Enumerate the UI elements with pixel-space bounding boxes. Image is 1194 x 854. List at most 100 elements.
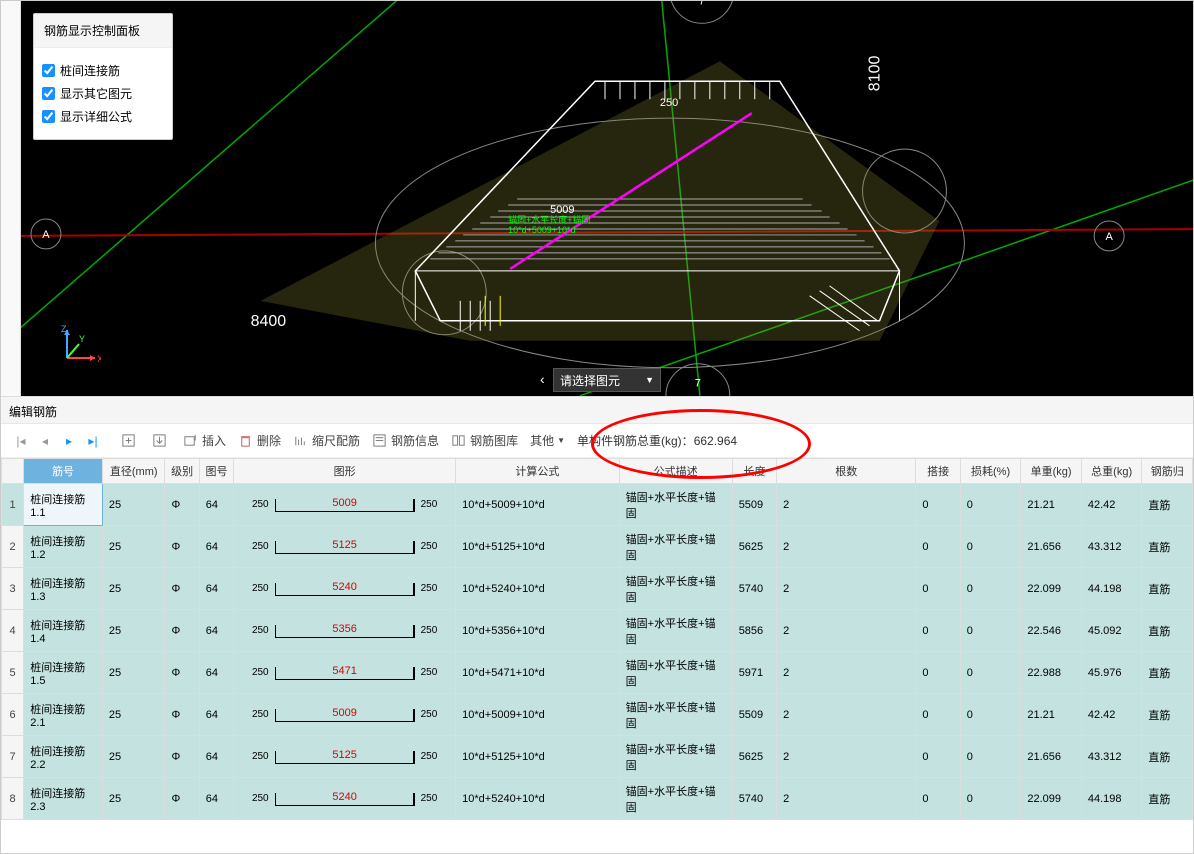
delete-button[interactable]: 删除 bbox=[238, 432, 281, 449]
cell-lap[interactable]: 0 bbox=[916, 484, 960, 526]
scale-button[interactable]: 缩尺配筋 bbox=[293, 432, 360, 449]
cell-tw[interactable]: 45.976 bbox=[1081, 652, 1142, 694]
cell-tw[interactable]: 45.092 bbox=[1081, 610, 1142, 652]
cell-shape[interactable]: 2505356250 bbox=[234, 610, 456, 652]
cell-len[interactable]: 5509 bbox=[732, 484, 776, 526]
cell-loss[interactable]: 0 bbox=[960, 652, 1021, 694]
cell-formula[interactable]: 10*d+5240+10*d bbox=[456, 778, 620, 820]
cell-type[interactable]: 直筋 bbox=[1142, 568, 1193, 610]
col-formula[interactable]: 计算公式 bbox=[456, 459, 620, 484]
cell-lap[interactable]: 0 bbox=[916, 778, 960, 820]
cell-count[interactable]: 2 bbox=[777, 778, 916, 820]
col-name[interactable]: 筋号 bbox=[24, 459, 103, 484]
cell-lap[interactable]: 0 bbox=[916, 568, 960, 610]
cell-count[interactable]: 2 bbox=[777, 526, 916, 568]
col-shape[interactable]: 图形 bbox=[234, 459, 456, 484]
col-loss[interactable]: 损耗(%) bbox=[960, 459, 1021, 484]
cell-type[interactable]: 直筋 bbox=[1142, 778, 1193, 820]
cell-formula[interactable]: 10*d+5471+10*d bbox=[456, 652, 620, 694]
cb-show-other[interactable]: 显示其它图元 bbox=[42, 85, 164, 102]
nav-last-icon[interactable]: ▸| bbox=[81, 434, 105, 448]
cell-uw[interactable]: 22.099 bbox=[1021, 568, 1082, 610]
cell-level[interactable]: Φ bbox=[165, 652, 199, 694]
cell-tw[interactable]: 44.198 bbox=[1081, 568, 1142, 610]
cell-len[interactable]: 5509 bbox=[732, 694, 776, 736]
cell-name[interactable]: 桩间连接筋1.3 bbox=[24, 568, 103, 610]
3d-viewport[interactable]: 7 7 A A bbox=[21, 1, 1193, 396]
cell-level[interactable]: Φ bbox=[165, 736, 199, 778]
cell-shape[interactable]: 2505471250 bbox=[234, 652, 456, 694]
cell-loss[interactable]: 0 bbox=[960, 778, 1021, 820]
cell-figno[interactable]: 64 bbox=[199, 610, 233, 652]
cell-uw[interactable]: 22.988 bbox=[1021, 652, 1082, 694]
cell-dia[interactable]: 25 bbox=[102, 736, 165, 778]
cell-count[interactable]: 2 bbox=[777, 694, 916, 736]
cell-uw[interactable]: 21.21 bbox=[1021, 484, 1082, 526]
cell-len[interactable]: 5625 bbox=[732, 736, 776, 778]
table-row[interactable]: 6桩间连接筋2.125Φ64250500925010*d+5009+10*d锚固… bbox=[2, 694, 1193, 736]
table-row[interactable]: 7桩间连接筋2.225Φ64250512525010*d+5125+10*d锚固… bbox=[2, 736, 1193, 778]
cell-count[interactable]: 2 bbox=[777, 736, 916, 778]
nav-next-icon[interactable]: ▸ bbox=[57, 434, 81, 448]
cell-name[interactable]: 桩间连接筋1.5 bbox=[24, 652, 103, 694]
cell-lap[interactable]: 0 bbox=[916, 610, 960, 652]
cell-loss[interactable]: 0 bbox=[960, 484, 1021, 526]
download-button[interactable] bbox=[152, 433, 171, 448]
cell-type[interactable]: 直筋 bbox=[1142, 694, 1193, 736]
cell-type[interactable]: 直筋 bbox=[1142, 736, 1193, 778]
cell-level[interactable]: Φ bbox=[165, 526, 199, 568]
checkbox-icon[interactable] bbox=[42, 64, 55, 77]
cell-figno[interactable]: 64 bbox=[199, 736, 233, 778]
cell-lap[interactable]: 0 bbox=[916, 652, 960, 694]
cell-name[interactable]: 桩间连接筋1.4 bbox=[24, 610, 103, 652]
cell-type[interactable]: 直筋 bbox=[1142, 610, 1193, 652]
cell-loss[interactable]: 0 bbox=[960, 736, 1021, 778]
cell-name[interactable]: 桩间连接筋2.3 bbox=[24, 778, 103, 820]
cell-dia[interactable]: 25 bbox=[102, 526, 165, 568]
cell-fdesc[interactable]: 锚固+水平长度+锚固 bbox=[619, 610, 732, 652]
col-tw[interactable]: 总重(kg) bbox=[1081, 459, 1142, 484]
other-dropdown[interactable]: 其他▼ bbox=[530, 432, 565, 449]
cell-dia[interactable]: 25 bbox=[102, 694, 165, 736]
cell-name[interactable]: 桩间连接筋2.2 bbox=[24, 736, 103, 778]
cell-figno[interactable]: 64 bbox=[199, 652, 233, 694]
cell-tw[interactable]: 42.42 bbox=[1081, 694, 1142, 736]
cell-loss[interactable]: 0 bbox=[960, 526, 1021, 568]
cell-shape[interactable]: 2505240250 bbox=[234, 568, 456, 610]
cell-len[interactable]: 5625 bbox=[732, 526, 776, 568]
cell-level[interactable]: Φ bbox=[165, 568, 199, 610]
col-figno[interactable]: 图号 bbox=[199, 459, 233, 484]
cell-count[interactable]: 2 bbox=[777, 652, 916, 694]
insert-button[interactable]: 插入 bbox=[183, 432, 226, 449]
cell-shape[interactable]: 2505009250 bbox=[234, 694, 456, 736]
cell-dia[interactable]: 25 bbox=[102, 568, 165, 610]
cell-fdesc[interactable]: 锚固+水平长度+锚固 bbox=[619, 526, 732, 568]
col-type[interactable]: 钢筋归 bbox=[1142, 459, 1193, 484]
col-lap[interactable]: 搭接 bbox=[916, 459, 960, 484]
cell-len[interactable]: 5971 bbox=[732, 652, 776, 694]
rebar-table-wrap[interactable]: 筋号 直径(mm) 级别 图号 图形 计算公式 公式描述 长度 根数 搭接 损耗… bbox=[1, 458, 1193, 853]
cell-tw[interactable]: 44.198 bbox=[1081, 778, 1142, 820]
cell-count[interactable]: 2 bbox=[777, 568, 916, 610]
nav-prev-icon[interactable]: ◂ bbox=[33, 434, 57, 448]
table-row[interactable]: 2桩间连接筋1.225Φ64250512525010*d+5125+10*d锚固… bbox=[2, 526, 1193, 568]
cell-formula[interactable]: 10*d+5356+10*d bbox=[456, 610, 620, 652]
cell-formula[interactable]: 10*d+5240+10*d bbox=[456, 568, 620, 610]
cell-tw[interactable]: 43.312 bbox=[1081, 736, 1142, 778]
cell-fdesc[interactable]: 锚固+水平长度+锚固 bbox=[619, 484, 732, 526]
cell-uw[interactable]: 21.21 bbox=[1021, 694, 1082, 736]
cell-name[interactable]: 桩间连接筋2.1 bbox=[24, 694, 103, 736]
cell-figno[interactable]: 64 bbox=[199, 568, 233, 610]
cell-dia[interactable]: 25 bbox=[102, 652, 165, 694]
cell-tw[interactable]: 42.42 bbox=[1081, 484, 1142, 526]
cell-shape[interactable]: 2505240250 bbox=[234, 778, 456, 820]
table-row[interactable]: 4桩间连接筋1.425Φ64250535625010*d+5356+10*d锚固… bbox=[2, 610, 1193, 652]
col-uw[interactable]: 单重(kg) bbox=[1021, 459, 1082, 484]
cell-len[interactable]: 5740 bbox=[732, 778, 776, 820]
table-row[interactable]: 5桩间连接筋1.525Φ64250547125010*d+5471+10*d锚固… bbox=[2, 652, 1193, 694]
cell-formula[interactable]: 10*d+5125+10*d bbox=[456, 736, 620, 778]
cell-level[interactable]: Φ bbox=[165, 778, 199, 820]
cell-fdesc[interactable]: 锚固+水平长度+锚固 bbox=[619, 694, 732, 736]
table-row[interactable]: 8桩间连接筋2.325Φ64250524025010*d+5240+10*d锚固… bbox=[2, 778, 1193, 820]
cell-lap[interactable]: 0 bbox=[916, 526, 960, 568]
